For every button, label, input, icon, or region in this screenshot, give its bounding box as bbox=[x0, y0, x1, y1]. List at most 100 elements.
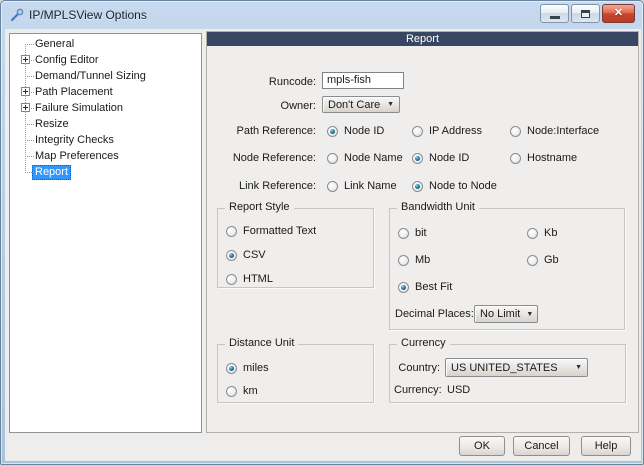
runcode-input[interactable]: mpls-fish bbox=[322, 72, 404, 89]
expand-plus-icon[interactable] bbox=[21, 55, 30, 64]
radio-selected-icon bbox=[398, 281, 409, 293]
radio-label: bit bbox=[415, 227, 427, 239]
radio-selected-icon bbox=[226, 362, 237, 374]
tree-item-integrity-checks[interactable]: Integrity Checks bbox=[10, 132, 201, 148]
dropdown-arrow-icon: ▼ bbox=[387, 101, 394, 108]
help-button[interactable]: Help bbox=[581, 436, 631, 456]
tree-item-resize[interactable]: Resize bbox=[10, 116, 201, 132]
radio-node-node-id[interactable]: Node ID bbox=[412, 151, 469, 165]
tree-item-label: Integrity Checks bbox=[35, 134, 114, 146]
tree-item-label: Path Placement bbox=[35, 86, 113, 98]
tree-item-label: Config Editor bbox=[35, 54, 99, 66]
currency-group-title: Currency bbox=[397, 337, 450, 349]
radio-path-ip-address[interactable]: IP Address bbox=[412, 124, 482, 138]
country-select[interactable]: US UNITED_STATES ▼ bbox=[445, 358, 588, 377]
tree-item-config-editor[interactable]: Config Editor bbox=[10, 52, 201, 68]
tree-item-label: Map Preferences bbox=[35, 150, 119, 162]
owner-selected-value: Don't Care bbox=[328, 98, 381, 111]
radio-link-link-name[interactable]: Link Name bbox=[327, 179, 397, 193]
radio-label: HTML bbox=[243, 273, 273, 285]
close-button[interactable]: ✕ bbox=[602, 4, 635, 23]
radio-icon bbox=[510, 125, 521, 137]
minimize-button[interactable] bbox=[540, 4, 569, 23]
currency-value-label: Currency: bbox=[394, 384, 442, 396]
tree-item-label-selected: Report bbox=[32, 165, 72, 180]
decimal-places-selected-value: No Limit bbox=[480, 308, 521, 320]
decimal-places-select[interactable]: No Limit ▼ bbox=[474, 305, 538, 323]
options-tree: General Config Editor Demand/Tunnel Sizi… bbox=[9, 33, 202, 433]
tree-item-general[interactable]: General bbox=[10, 36, 201, 52]
tree-item-path-placement[interactable]: Path Placement bbox=[10, 84, 201, 100]
radio-label: Node to Node bbox=[429, 180, 497, 192]
country-selected-value: US UNITED_STATES bbox=[451, 361, 558, 374]
radio-label: Gb bbox=[544, 254, 559, 266]
owner-select[interactable]: Don't Care ▼ bbox=[322, 96, 400, 113]
radio-path-node-id[interactable]: Node ID bbox=[327, 124, 384, 138]
bandwidth-unit-group-title: Bandwidth Unit bbox=[397, 201, 479, 213]
window-controls: ✕ bbox=[540, 4, 635, 23]
distance-unit-group: Distance Unit miles km bbox=[217, 337, 374, 403]
radio-label: Node ID bbox=[344, 125, 385, 137]
radio-icon bbox=[398, 227, 409, 239]
radio-distance-km[interactable]: km bbox=[226, 384, 258, 398]
report-style-group-title: Report Style bbox=[225, 201, 294, 213]
radio-icon bbox=[510, 152, 521, 164]
country-label: Country: bbox=[398, 362, 440, 374]
expand-plus-icon[interactable] bbox=[21, 103, 30, 112]
path-reference-label: Path Reference: bbox=[236, 125, 317, 137]
runcode-label: Runcode: bbox=[268, 76, 316, 88]
radio-bw-mb[interactable]: Mb bbox=[398, 253, 430, 267]
radio-label: Node:Interface bbox=[527, 125, 600, 137]
expand-plus-icon[interactable] bbox=[21, 87, 30, 96]
radio-link-node-to-node[interactable]: Node to Node bbox=[412, 179, 497, 193]
dropdown-arrow-icon: ▼ bbox=[526, 310, 534, 318]
radio-style-html[interactable]: HTML bbox=[226, 272, 273, 286]
ok-button[interactable]: OK bbox=[459, 436, 505, 456]
radio-bw-bit[interactable]: bit bbox=[398, 226, 427, 240]
radio-node-node-name[interactable]: Node Name bbox=[327, 151, 403, 165]
radio-icon bbox=[226, 225, 237, 237]
window-title: IP/MPLSView Options bbox=[29, 8, 147, 22]
minimize-icon bbox=[549, 15, 560, 19]
radio-icon bbox=[226, 273, 237, 285]
dialog-client: General Config Editor Demand/Tunnel Sizi… bbox=[5, 29, 641, 461]
radio-label: miles bbox=[243, 362, 269, 374]
radio-label: Formatted Text bbox=[243, 225, 317, 237]
tree-item-report[interactable]: Report bbox=[10, 164, 201, 180]
radio-bw-gb[interactable]: Gb bbox=[527, 253, 559, 267]
tree-item-label: Failure Simulation bbox=[35, 102, 124, 114]
radio-node-hostname[interactable]: Hostname bbox=[510, 151, 577, 165]
tree-item-label: Resize bbox=[35, 118, 69, 130]
radio-label: Hostname bbox=[527, 152, 578, 164]
bandwidth-unit-group: Bandwidth Unit bit Kb Mb Gb Best Fit Dec… bbox=[389, 201, 625, 330]
tree-item-demand-tunnel-sizing[interactable]: Demand/Tunnel Sizing bbox=[10, 68, 201, 84]
radio-icon bbox=[527, 254, 538, 266]
currency-group: Currency Country: US UNITED_STATES ▼ Cur… bbox=[389, 337, 626, 403]
titlebar[interactable]: IP/MPLSView Options ✕ bbox=[1, 1, 643, 29]
owner-label: Owner: bbox=[280, 100, 316, 112]
close-icon: ✕ bbox=[613, 7, 624, 19]
tree-item-failure-simulation[interactable]: Failure Simulation bbox=[10, 100, 201, 116]
radio-label: Kb bbox=[544, 227, 558, 239]
maximize-icon bbox=[581, 9, 590, 18]
radio-distance-miles[interactable]: miles bbox=[226, 361, 269, 375]
radio-icon bbox=[226, 385, 237, 397]
radio-selected-icon bbox=[226, 249, 237, 261]
wrench-icon bbox=[10, 8, 24, 22]
panel-header: Report bbox=[207, 32, 638, 46]
cancel-button[interactable]: Cancel bbox=[513, 436, 570, 456]
radio-label: Mb bbox=[415, 254, 431, 266]
radio-label: Node ID bbox=[429, 152, 470, 164]
radio-icon bbox=[412, 125, 423, 137]
distance-unit-group-title: Distance Unit bbox=[225, 337, 299, 349]
radio-path-node-interface[interactable]: Node:Interface bbox=[510, 124, 599, 138]
maximize-button[interactable] bbox=[571, 4, 600, 23]
radio-style-formatted-text[interactable]: Formatted Text bbox=[226, 224, 316, 238]
radio-icon bbox=[398, 254, 409, 266]
radio-bw-best-fit[interactable]: Best Fit bbox=[398, 280, 452, 294]
tree-item-map-preferences[interactable]: Map Preferences bbox=[10, 148, 201, 164]
radio-label: Link Name bbox=[344, 180, 397, 192]
radio-style-csv[interactable]: CSV bbox=[226, 248, 266, 262]
radio-icon bbox=[327, 180, 338, 192]
radio-bw-kb[interactable]: Kb bbox=[527, 226, 557, 240]
